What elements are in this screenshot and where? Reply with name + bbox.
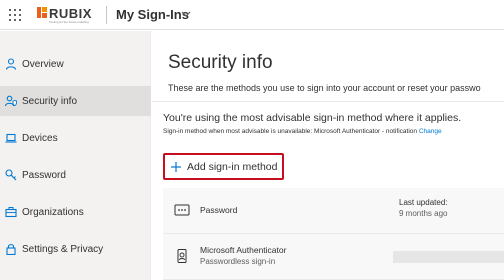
briefcase-icon [4,205,18,219]
sidebar-item-label: Overview [22,58,64,70]
header-divider [106,6,107,24]
app-title[interactable]: My Sign-Ins [116,7,189,22]
advisable-method-text: You're using the most advisable sign-in … [163,112,462,124]
page-title: Security info [168,52,273,73]
brand-logo: RUBIX Tooling for the future-enabling [37,4,99,26]
method-row-authenticator[interactable]: Microsoft Authenticator Passwordless sig… [163,234,504,280]
app-launcher-icon[interactable] [9,9,21,21]
method-row-password[interactable]: Password Last updated: 9 months ago [163,188,504,234]
security-info-icon [4,94,18,108]
plus-icon [171,161,181,172]
sidebar-item-label: Organizations [22,206,84,218]
sidebar-item-security-info[interactable]: Security info [0,86,151,116]
change-link[interactable]: Change [419,128,442,135]
page-description: These are the methods you use to sign in… [168,83,481,93]
brand-name: RUBIX [49,6,92,21]
sidebar-item-password[interactable]: Password [0,160,151,190]
sidebar-item-devices[interactable]: Devices [0,123,151,153]
last-updated-value: 9 months ago [399,209,448,218]
redacted-detail [393,251,504,263]
sidebar-item-label: Security info [22,95,78,107]
password-dots-icon [174,204,190,216]
sidebar-item-overview[interactable]: Overview [0,49,151,79]
add-sign-in-method-button[interactable]: Add sign-in method [163,153,284,180]
top-bar: RUBIX Tooling for the future-enabling My… [0,0,504,30]
sidebar-item-settings-privacy[interactable]: Settings & Privacy [0,234,151,264]
fallback-method-label: Sign-in method when most advisable is un… [163,128,417,135]
brand-mark-icon [37,7,47,18]
sidebar-item-label: Devices [22,132,58,144]
sidebar-item-label: Settings & Privacy [22,243,104,255]
brand-tagline: Tooling for the future-enabling [49,20,89,24]
laptop-icon [4,131,18,145]
sidebar-item-label: Password [22,169,66,181]
fallback-method-text: Sign-in method when most advisable is un… [163,128,442,135]
key-icon [4,168,18,182]
lock-icon [4,242,18,256]
authenticator-phone-icon [177,249,187,263]
person-icon [4,57,18,71]
section-divider [152,101,504,102]
method-name: Password [200,205,238,215]
sidebar-nav: Overview Security info Devices Password … [0,31,151,280]
sidebar-item-organizations[interactable]: Organizations [0,197,151,227]
method-name: Microsoft Authenticator [200,245,287,255]
method-subtitle: Passwordless sign-in [200,257,276,266]
main-content: Security info These are the methods you … [152,31,504,280]
last-updated-label: Last updated: [399,198,448,207]
methods-list: Password Last updated: 9 months ago Micr… [163,188,504,280]
chevron-down-icon[interactable] [181,10,191,18]
add-sign-in-method-label: Add sign-in method [187,160,278,173]
